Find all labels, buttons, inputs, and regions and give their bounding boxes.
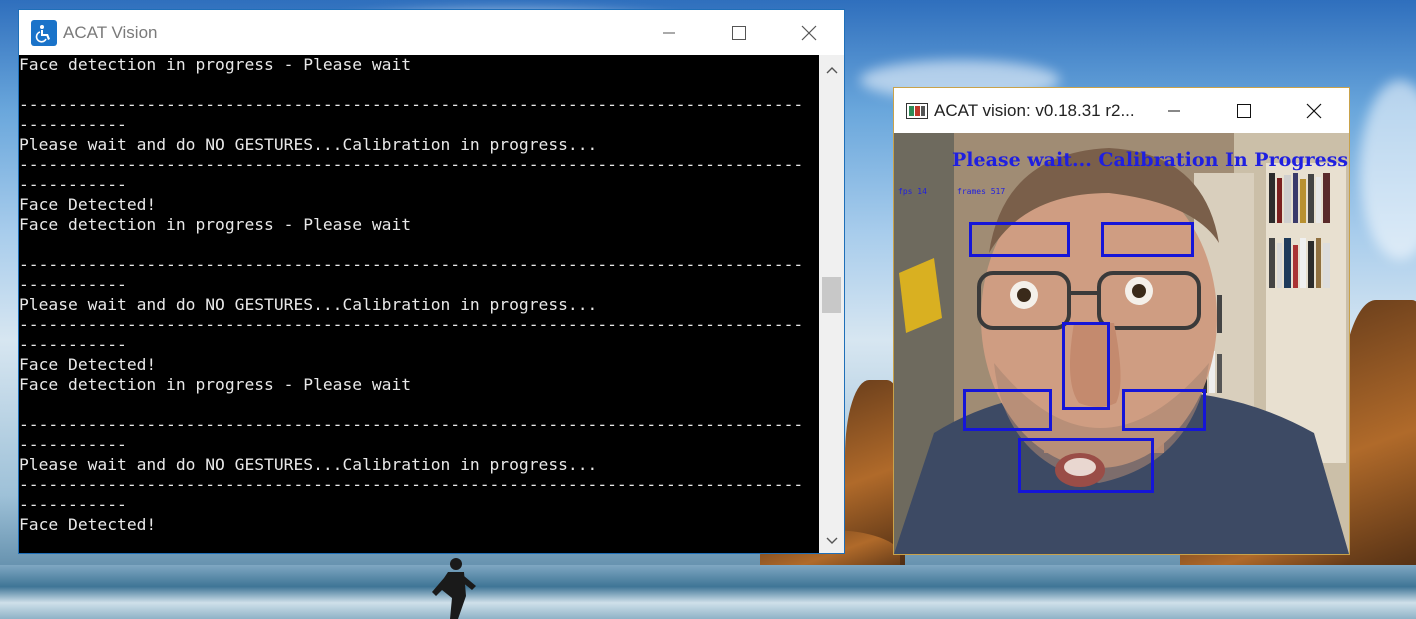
console-line: ----------- — [19, 435, 127, 454]
close-button[interactable] — [1279, 88, 1349, 133]
vision-title: ACAT vision: v0.18.31 r2... — [934, 100, 1135, 120]
frame-readout: frames 517 — [957, 187, 1006, 196]
minimize-button[interactable] — [634, 10, 704, 55]
mouth-box — [1018, 438, 1154, 493]
right-cheek-box — [1122, 389, 1206, 431]
minimize-icon — [1168, 110, 1180, 111]
console-line: Please wait and do NO GESTURES...Calibra… — [19, 295, 598, 314]
console-output[interactable]: Face detection in progress - Please wait… — [19, 55, 821, 553]
console-line: ----------------------------------------… — [19, 475, 804, 494]
left-eye-box — [969, 222, 1070, 257]
console-line: Please wait and do NO GESTURES...Calibra… — [19, 455, 598, 474]
console-line: ----------- — [19, 175, 127, 194]
right-eye-box — [1101, 222, 1194, 257]
console-line: Face detection in progress - Please wait — [19, 215, 412, 234]
close-icon — [801, 25, 817, 40]
console-title: ACAT Vision — [63, 22, 158, 42]
console-line: ----------------------------------------… — [19, 415, 804, 434]
vision-titlebar[interactable]: ACAT vision: v0.18.31 r2... — [894, 88, 1349, 133]
camera-feed: Please wait... Calibration In Progress (… — [894, 133, 1349, 554]
maximize-icon — [732, 25, 746, 40]
close-icon — [1306, 103, 1322, 118]
fps-readout: fps 14 — [898, 187, 927, 196]
minimize-button[interactable] — [1139, 88, 1209, 133]
chevron-up-icon — [826, 66, 837, 73]
console-line: ----------------------------------------… — [19, 255, 804, 274]
console-line: Face Detected! — [19, 515, 157, 534]
scroll-thumb[interactable] — [822, 277, 841, 313]
console-scrollbar[interactable] — [819, 55, 844, 553]
acat-accessibility-icon — [31, 19, 57, 46]
console-line: ----------------------------------------… — [19, 95, 804, 114]
sea-backdrop — [0, 565, 1416, 619]
console-line: Face detection in progress - Please wait — [19, 55, 412, 74]
maximize-button[interactable] — [704, 10, 774, 55]
console-line: Face Detected! — [19, 355, 157, 374]
scroll-down-button[interactable] — [819, 528, 844, 553]
scroll-up-button[interactable] — [819, 57, 844, 82]
console-titlebar[interactable]: ACAT Vision — [19, 10, 844, 55]
console-window: ACAT Vision Face detection in progress -… — [18, 9, 845, 554]
console-line: ----------- — [19, 275, 127, 294]
console-line: Face Detected! — [19, 195, 157, 214]
console-line: ----------------------------------------… — [19, 155, 804, 174]
chevron-down-icon — [826, 537, 837, 544]
vision-window: ACAT vision: v0.18.31 r2... Please wait.… — [893, 87, 1350, 555]
runner-figure — [432, 558, 476, 619]
minimize-icon — [663, 32, 675, 33]
calibration-overlay-text: Please wait... Calibration In Progress (… — [952, 149, 1349, 171]
console-line: ----------------------------------------… — [19, 315, 804, 334]
opencv-window-icon — [906, 102, 928, 119]
console-line: ----------- — [19, 335, 127, 354]
maximize-icon — [1237, 103, 1251, 118]
console-line: Please wait and do NO GESTURES...Calibra… — [19, 135, 598, 154]
maximize-button[interactable] — [1209, 88, 1279, 133]
console-line: Face detection in progress - Please wait — [19, 375, 412, 394]
console-line: ----------- — [19, 495, 127, 514]
close-button[interactable] — [774, 10, 844, 55]
left-cheek-box — [963, 389, 1052, 431]
nose-box — [1062, 322, 1110, 410]
console-line: ----------- — [19, 115, 127, 134]
